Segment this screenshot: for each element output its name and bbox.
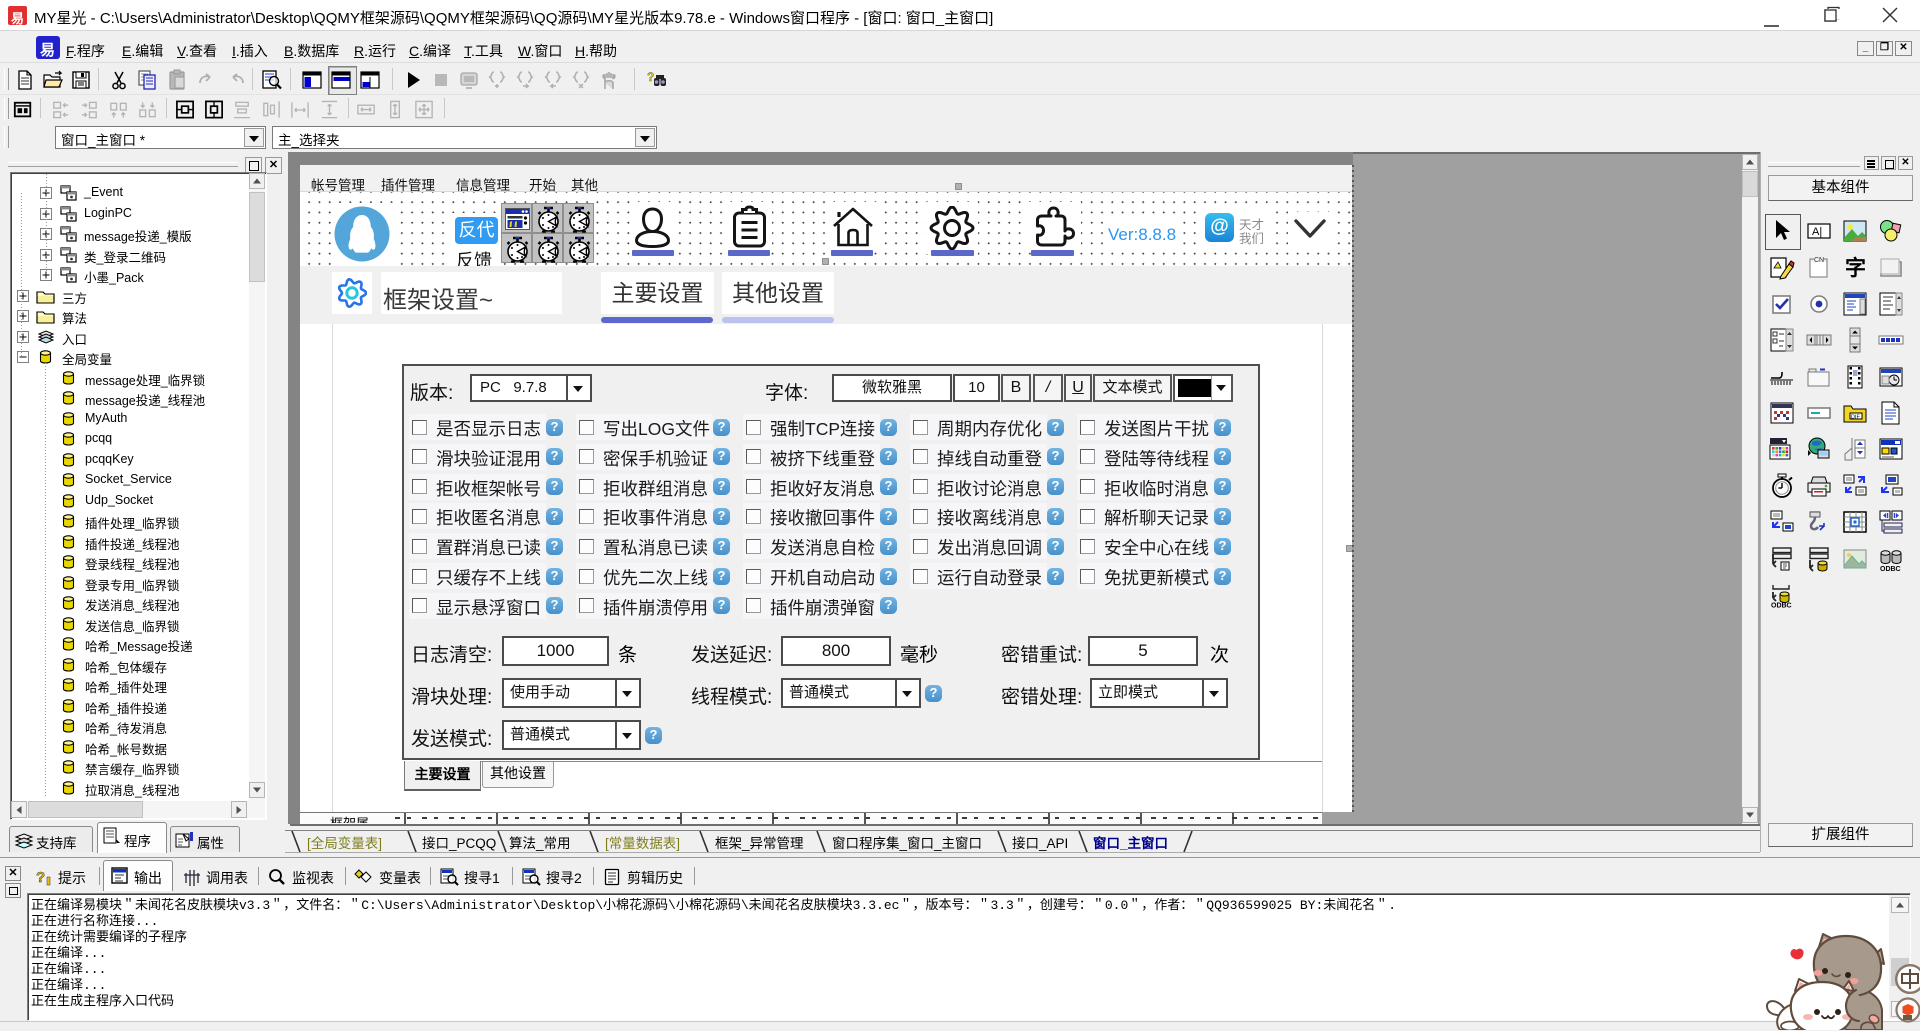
svg-text:A|: A|: [1812, 226, 1822, 238]
svg-text:ODBC: ODBC: [1880, 566, 1901, 572]
svg-text:?: ?: [36, 869, 45, 886]
svg-text:字: 字: [1845, 256, 1866, 280]
svg-text:CN: CN: [1814, 257, 1824, 264]
svg-text:ODBC: ODBC: [1771, 603, 1792, 609]
svg-text:DIF: DIF: [1851, 415, 1861, 421]
svg-text:?: ?: [647, 70, 654, 84]
